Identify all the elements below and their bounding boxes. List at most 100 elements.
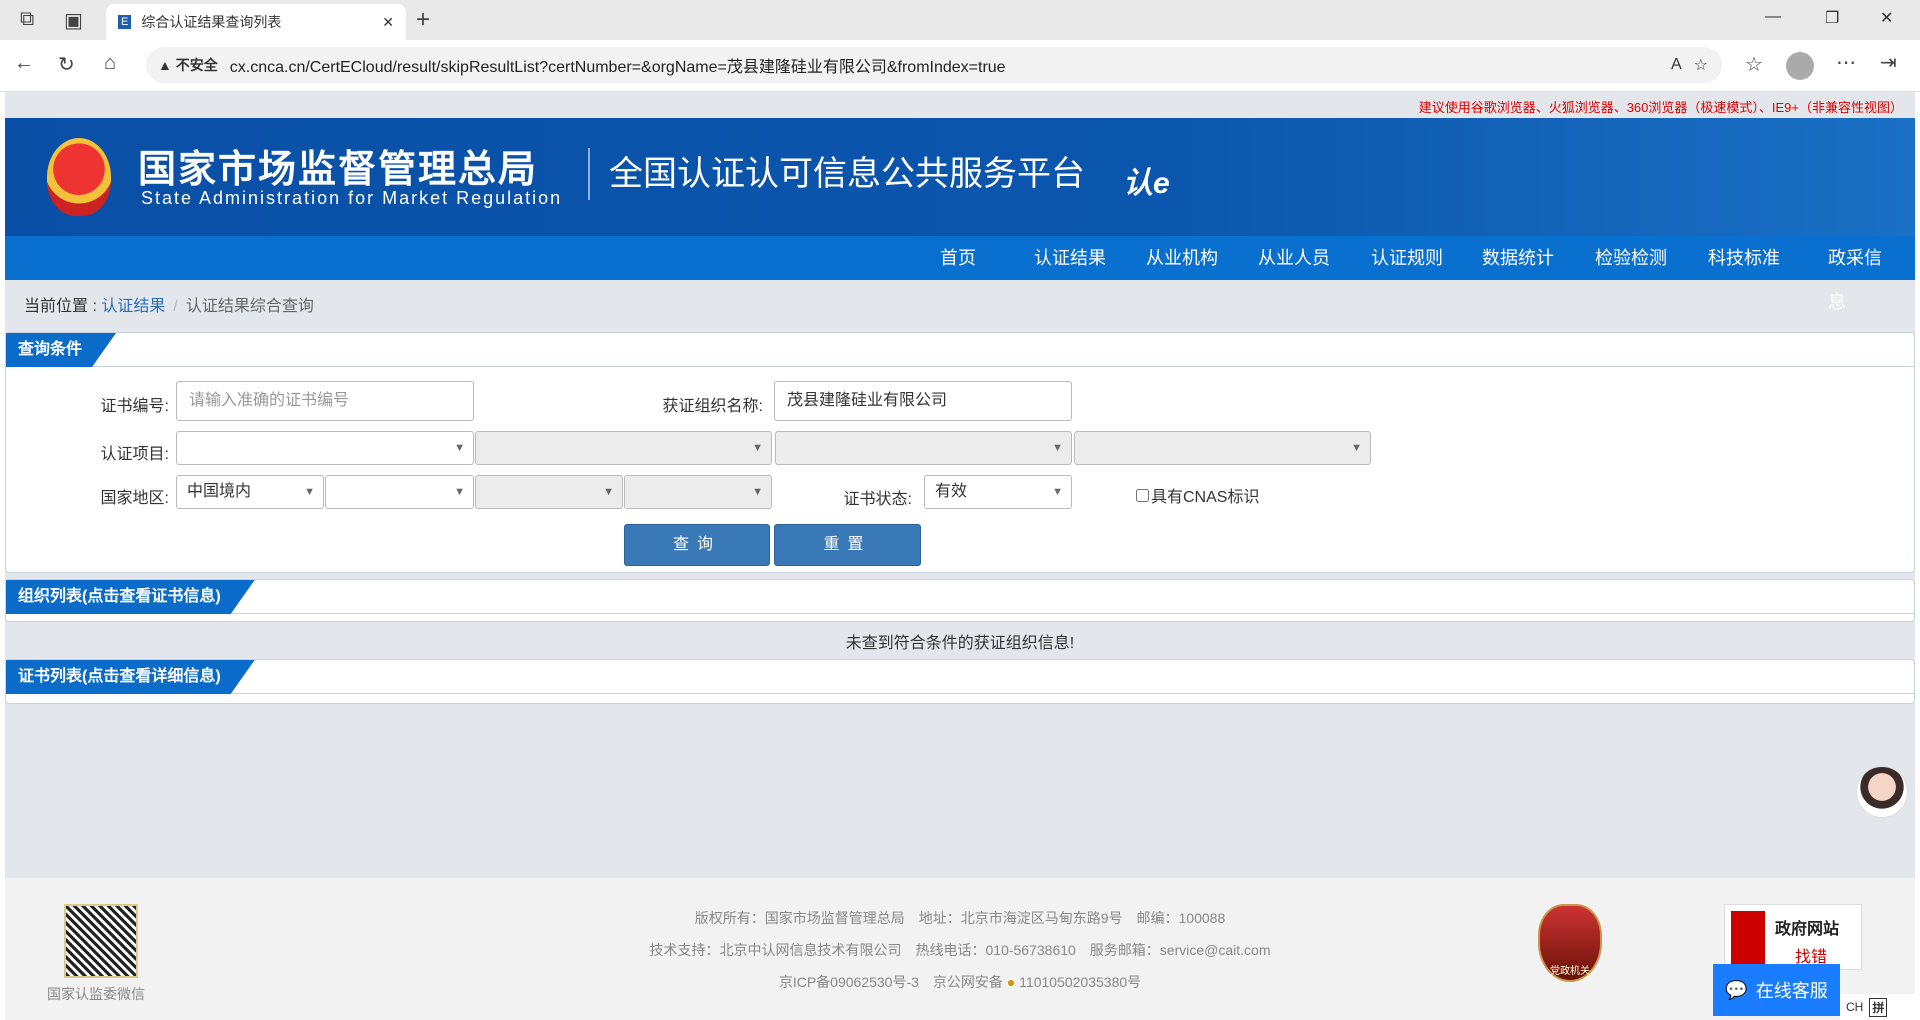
chat-bubble-icon: 💬 <box>1725 979 1748 1000</box>
project-select-3[interactable]: ▼ <box>775 431 1072 465</box>
region-select-1[interactable]: 中国境内 ▼ <box>176 475 324 509</box>
query-panel-title: 查询条件 <box>6 333 116 367</box>
browser-notice: 建议使用谷歌浏览器、火狐浏览器、360浏览器（极速模式）、IE9+（非兼容性视图… <box>1418 100 1903 115</box>
sidebar-icon[interactable]: ⇥ <box>1880 50 1897 75</box>
dropdown-arrow-icon: ▼ <box>454 442 465 454</box>
nav-personnel[interactable]: 从业人员 <box>1258 236 1330 280</box>
close-tab-icon[interactable]: ✕ <box>382 14 394 31</box>
address-toolbar: ← ↻ ⌂ ▲ 不安全 cx.cnca.cn/CertECloud/result… <box>0 40 1920 92</box>
favorite-star-icon[interactable]: ☆ <box>1694 55 1708 75</box>
cert-list-panel: 证书列表(点击查看详细信息) <box>5 659 1915 704</box>
profile-avatar[interactable] <box>1786 52 1814 80</box>
status-label: 证书状态: <box>843 491 912 508</box>
assistant-avatar[interactable] <box>1856 766 1908 818</box>
dropdown-arrow-icon: ▼ <box>752 442 763 454</box>
security-warning[interactable]: ▲ 不安全 <box>158 55 218 75</box>
dropdown-arrow-icon: ▼ <box>752 486 763 498</box>
org-list-panel: 组织列表(点击查看证书信息) <box>5 579 1915 622</box>
gov-badge-label: 党政机关 <box>1550 966 1590 977</box>
breadcrumb: 当前位置 : 认证结果 / 认证结果综合查询 <box>24 292 314 316</box>
page: 建议使用谷歌浏览器、火狐浏览器、360浏览器（极速模式）、IE9+（非兼容性视图… <box>5 92 1915 1020</box>
nav-standards[interactable]: 科技标准 <box>1708 236 1780 280</box>
org-name-cn: 国家市场监督管理总局 <box>138 149 539 191</box>
ime-indicator[interactable]: CH 拼 <box>1840 994 1920 1020</box>
more-icon[interactable]: ⋯ <box>1836 50 1856 75</box>
region-select-3[interactable]: ▼ <box>475 475 623 509</box>
chat-label: 在线客服 <box>1755 981 1828 1001</box>
nav-statistics[interactable]: 数据统计 <box>1482 236 1554 280</box>
dropdown-arrow-icon: ▼ <box>1052 442 1063 454</box>
project-select-1[interactable]: ▼ <box>176 431 474 465</box>
home-icon[interactable]: ⌂ <box>104 52 116 75</box>
cert-no-label: 证书编号: <box>100 398 169 415</box>
org-name-input[interactable]: 茂县建隆硅业有限公司 <box>774 381 1072 421</box>
org-list-empty-message: 未查到符合条件的获证组织信息! <box>845 635 1075 652</box>
nav-institutions[interactable]: 从业机构 <box>1146 236 1218 280</box>
divider <box>588 148 590 200</box>
national-emblem-icon <box>47 138 111 216</box>
breadcrumb-sep: / <box>173 298 178 315</box>
org-name-en: State Administration for Market Regulati… <box>141 188 563 208</box>
icp-text[interactable]: 京ICP备09062530号-3 京公网安备 <box>779 974 1003 990</box>
close-window-icon[interactable]: ✕ <box>1880 8 1893 28</box>
gov-site-error-badge[interactable]: 政府网站 找错 <box>1724 904 1862 970</box>
footer-line-2: 技术支持：北京中认网信息技术有限公司 热线电话：010-56738610 服务邮… <box>649 942 1271 958</box>
party-gov-badge[interactable]: 党政机关 <box>1538 904 1602 982</box>
breadcrumb-link[interactable]: 认证结果 <box>101 298 165 315</box>
nav-rules[interactable]: 认证规则 <box>1371 236 1443 280</box>
platform-logo: 认e <box>1123 167 1170 200</box>
region-select-4[interactable]: ▼ <box>624 475 772 509</box>
nav-home[interactable]: 首页 <box>940 236 976 280</box>
browser-tab[interactable]: E 综合认证结果查询列表 ✕ <box>106 4 406 40</box>
address-bar[interactable]: ▲ 不安全 cx.cnca.cn/CertECloud/result/skipR… <box>146 47 1722 83</box>
refresh-icon[interactable]: ↻ <box>58 52 75 77</box>
back-icon[interactable]: ← <box>14 52 34 75</box>
police-record-text[interactable]: 11010502035380号 <box>1019 974 1141 990</box>
footer-line-3: 京ICP备09062530号-3 京公网安备 ● 11010502035380号 <box>5 972 1915 992</box>
platform-title: 全国认证认可信息公共服务平台 <box>609 155 1085 193</box>
main-nav: 首页 认证结果 从业机构 从业人员 认证规则 数据统计 检验检测 科技标准 政采… <box>5 236 1915 312</box>
status-select[interactable]: 有效 ▼ <box>924 475 1072 509</box>
read-aloud-icon[interactable]: A <box>1671 56 1682 74</box>
dropdown-arrow-icon: ▼ <box>603 486 614 498</box>
org-list-title: 组织列表(点击查看证书信息) <box>6 580 255 614</box>
cnas-checkbox[interactable]: 具有CNAS标识 <box>1136 483 1259 507</box>
tab-title: 综合认证结果查询列表 <box>141 14 282 30</box>
nav-inspection[interactable]: 检验检测 <box>1595 236 1667 280</box>
gov-site-label: 政府网站 <box>1775 921 1840 938</box>
search-button[interactable]: 查询 <box>624 524 770 566</box>
tab-actions-icon[interactable]: ▣ <box>64 8 83 33</box>
cert-no-input[interactable]: 请输入准确的证书编号 <box>176 381 474 421</box>
status-value: 有效 <box>935 483 968 500</box>
online-service-button[interactable]: 💬 在线客服 <box>1713 964 1840 1016</box>
project-label: 认证项目: <box>100 446 169 463</box>
nav-procurement[interactable]: 政采信息 <box>1828 236 1886 312</box>
region-label: 国家地区: <box>100 490 169 507</box>
magnifier-icon <box>1731 911 1765 965</box>
workspaces-icon[interactable]: ⧉ <box>20 8 34 31</box>
url-text[interactable]: cx.cnca.cn/CertECloud/result/skipResultL… <box>230 53 1006 77</box>
site-banner: 国家市场监督管理总局 State Administration for Mark… <box>5 118 1915 236</box>
cert-list-title: 证书列表(点击查看详细信息) <box>6 660 255 694</box>
browser-tab-bar: ⧉ ▣ E 综合认证结果查询列表 ✕ + — ❐ ✕ <box>0 0 1920 40</box>
nav-cert-results[interactable]: 认证结果 <box>1034 236 1106 280</box>
region-select-2[interactable]: ▼ <box>325 475 474 509</box>
dropdown-arrow-icon: ▼ <box>1351 442 1362 454</box>
minimize-icon[interactable]: — <box>1765 8 1781 26</box>
security-label: 不安全 <box>175 57 218 73</box>
favorites-icon[interactable]: ☆ <box>1745 52 1763 77</box>
project-select-2[interactable]: ▼ <box>475 431 772 465</box>
region-value: 中国境内 <box>187 483 252 500</box>
restore-icon[interactable]: ❐ <box>1825 8 1839 28</box>
project-select-4[interactable]: ▼ <box>1074 431 1371 465</box>
dropdown-arrow-icon: ▼ <box>304 486 315 498</box>
cnas-label: 具有CNAS标识 <box>1151 489 1260 506</box>
cnas-checkbox-input[interactable] <box>1136 488 1149 502</box>
org-name-label: 获证组织名称: <box>662 398 763 415</box>
site-favicon-icon: E <box>118 15 132 29</box>
new-tab-icon[interactable]: + <box>416 6 430 34</box>
reset-button[interactable]: 重置 <box>774 524 921 566</box>
footer-line-1: 版权所有：国家市场监督管理总局 地址：北京市海淀区马甸东路9号 邮编：10008… <box>694 910 1226 926</box>
query-panel: 查询条件 证书编号: 请输入准确的证书编号 获证组织名称: 茂县建隆硅业有限公司… <box>5 332 1915 573</box>
dropdown-arrow-icon: ▼ <box>1052 486 1063 498</box>
